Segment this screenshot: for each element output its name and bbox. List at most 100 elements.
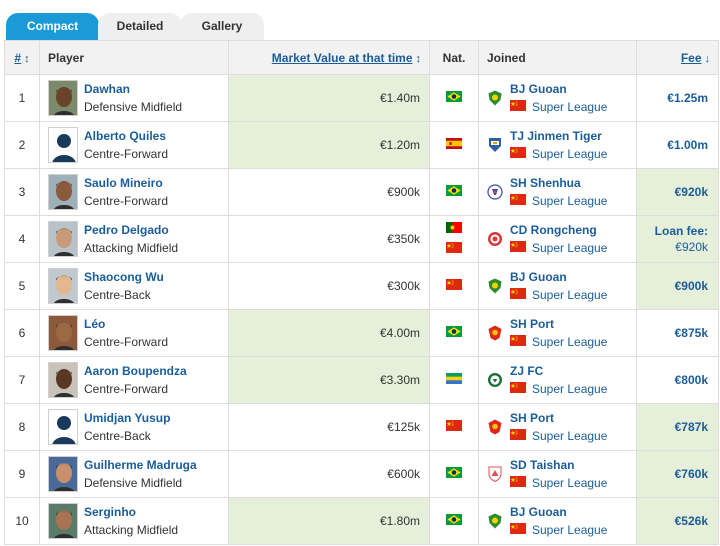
club-name-link[interactable]: BJ Guoan [510, 503, 607, 521]
league-link[interactable]: Super League [510, 521, 607, 539]
nationality-cell [429, 450, 479, 498]
sh-port-crest-icon[interactable] [487, 419, 503, 435]
nationality-cell [429, 262, 479, 310]
player-photo[interactable] [48, 456, 78, 492]
spain-flag-icon [446, 138, 462, 152]
row-number: 6 [4, 309, 40, 357]
rongcheng-crest-icon[interactable] [487, 231, 503, 247]
player-photo[interactable] [48, 268, 78, 304]
league-name[interactable]: Super League [532, 474, 607, 492]
row-number: 3 [4, 168, 40, 216]
china-flag-icon [510, 145, 526, 163]
player-name-link[interactable]: Léo [84, 315, 168, 333]
league-name[interactable]: Super League [532, 98, 607, 116]
tab-compact[interactable]: Compact [6, 13, 99, 40]
league-name[interactable]: Super League [532, 145, 607, 163]
club-name-link[interactable]: BJ Guoan [510, 268, 607, 286]
player-name-link[interactable]: Alberto Quiles [84, 127, 168, 145]
brazil-flag-icon [446, 514, 462, 528]
player-position: Centre-Forward [84, 147, 169, 161]
market-value: €350k [228, 215, 430, 263]
zj-fc-crest-icon[interactable] [487, 372, 503, 388]
fee-value[interactable]: €920k [675, 185, 708, 199]
league-name[interactable]: Super League [532, 380, 607, 398]
fee-value[interactable]: €1.00m [667, 138, 708, 152]
player-photo[interactable] [48, 362, 78, 398]
player-name-link[interactable]: Guilherme Madruga [84, 456, 197, 474]
player-name-link[interactable]: Aaron Boupendza [84, 362, 187, 380]
guoan-crest-icon[interactable] [487, 513, 503, 529]
league-name[interactable]: Super League [532, 286, 607, 304]
guoan-crest-icon[interactable] [487, 90, 503, 106]
sort-both-icon[interactable]: ↕ [24, 53, 30, 65]
player-photo[interactable] [48, 503, 78, 539]
league-name[interactable]: Super League [532, 521, 607, 539]
tab-detailed[interactable]: Detailed [98, 13, 182, 40]
league-link[interactable]: Super League [510, 427, 607, 445]
player-photo[interactable] [48, 127, 78, 163]
fee-value[interactable]: €875k [675, 326, 708, 340]
fee-value[interactable]: €1.25m [667, 91, 708, 105]
player-name-link[interactable]: Shaocong Wu [84, 268, 164, 286]
player-name-link[interactable]: Pedro Delgado [84, 221, 178, 239]
league-link[interactable]: Super League [510, 380, 607, 398]
market-value-sort-label[interactable]: Market Value at that time [272, 51, 413, 65]
league-name[interactable]: Super League [532, 333, 607, 351]
jinmen-tiger-crest-icon[interactable] [487, 137, 503, 153]
brazil-flag-icon [446, 185, 462, 199]
league-link[interactable]: Super League [510, 286, 607, 304]
club-name-link[interactable]: SH Port [510, 409, 607, 427]
player-name-link[interactable]: Umidjan Yusup [84, 409, 170, 427]
fee-value[interactable]: €800k [675, 373, 708, 387]
club-name-link[interactable]: TJ Jinmen Tiger [510, 127, 607, 145]
fee-value[interactable]: €920k [645, 240, 708, 254]
number-sort-label[interactable]: # [14, 51, 21, 65]
league-link[interactable]: Super League [510, 145, 607, 163]
table-row: 1 Dawhan Defensive Midfield €1.40m BJ Guoan S… [4, 74, 719, 122]
league-link[interactable]: Super League [510, 98, 607, 116]
row-number: 7 [4, 356, 40, 404]
league-link[interactable]: Super League [510, 333, 607, 351]
league-name[interactable]: Super League [532, 427, 607, 445]
league-name[interactable]: Super League [532, 239, 607, 257]
player-name-link[interactable]: Dawhan [84, 80, 182, 98]
player-photo[interactable] [48, 315, 78, 351]
player-photo[interactable] [48, 409, 78, 445]
sh-port-crest-icon[interactable] [487, 325, 503, 341]
player-photo[interactable] [48, 80, 78, 116]
col-header-market-value[interactable]: Market Value at that time ↕ [228, 40, 430, 75]
player-name-link[interactable]: Serginho [84, 503, 178, 521]
shenhua-crest-icon[interactable] [487, 184, 503, 200]
club-name-link[interactable]: ZJ FC [510, 362, 607, 380]
club-name-link[interactable]: CD Rongcheng [510, 221, 607, 239]
table-row: 6 Léo Centre-Forward €4.00m SH Port Super Lea… [4, 309, 719, 357]
club-name-link[interactable]: SH Shenhua [510, 174, 607, 192]
sort-desc-icon[interactable]: ↓ [705, 53, 711, 65]
league-link[interactable]: Super League [510, 239, 607, 257]
fee-cell: Loan fee: €920k [636, 215, 719, 263]
league-link[interactable]: Super League [510, 192, 607, 210]
club-name-link[interactable]: BJ Guoan [510, 80, 607, 98]
fee-value[interactable]: €787k [675, 420, 708, 434]
taishan-crest-icon[interactable] [487, 466, 503, 483]
col-header-fee[interactable]: Fee ↓ [636, 40, 719, 75]
china-flag-icon [510, 380, 526, 398]
league-name[interactable]: Super League [532, 192, 607, 210]
fee-value[interactable]: €526k [675, 514, 708, 528]
fee-cell: €1.00m [636, 121, 719, 169]
player-name-link[interactable]: Saulo Mineiro [84, 174, 168, 192]
fee-value[interactable]: €900k [675, 279, 708, 293]
fee-value[interactable]: €760k [675, 467, 708, 481]
guoan-crest-icon[interactable] [487, 278, 503, 294]
player-photo[interactable] [48, 174, 78, 210]
col-header-number[interactable]: # ↕ [4, 40, 40, 75]
league-link[interactable]: Super League [510, 474, 607, 492]
club-name-link[interactable]: SH Port [510, 315, 607, 333]
fee-sort-label[interactable]: Fee [681, 51, 702, 65]
fee-cell: €760k [636, 450, 719, 498]
player-photo[interactable] [48, 221, 78, 257]
player-position: Centre-Forward [84, 335, 169, 349]
club-name-link[interactable]: SD Taishan [510, 456, 607, 474]
sort-both-icon[interactable]: ↕ [416, 53, 422, 65]
tab-gallery[interactable]: Gallery [180, 13, 264, 40]
